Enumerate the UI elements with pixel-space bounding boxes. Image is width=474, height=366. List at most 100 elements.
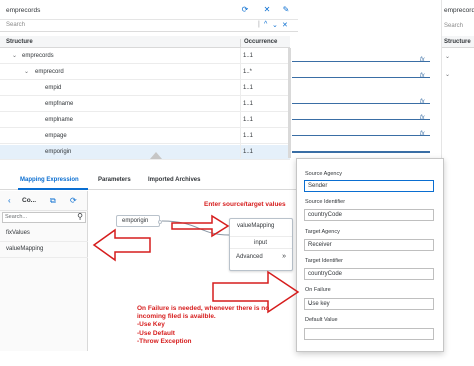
tree-row-emporigin[interactable]: emporigin 1..1 bbox=[0, 145, 290, 160]
tree-row-name: empid bbox=[45, 85, 62, 91]
copy-icon[interactable]: ⧉ bbox=[50, 196, 56, 206]
on-failure-select[interactable]: Use key ⌄ bbox=[304, 298, 434, 310]
expand-icon[interactable]: ⌄ bbox=[24, 68, 29, 75]
tree-row-name: emprecords bbox=[22, 53, 54, 59]
target-header-structure: Structure bbox=[444, 39, 471, 45]
source-agency-label: Source Agency bbox=[305, 171, 342, 177]
target-search-placeholder: Search bbox=[444, 23, 464, 29]
tab-imported-archives[interactable]: Imported Archives bbox=[148, 177, 200, 183]
function-icon[interactable]: fx bbox=[420, 115, 425, 121]
source-structure-panel: emprecords ⟳ ✕ ✎ Search | ^ ⌄ ✕ Structur… bbox=[0, 0, 298, 162]
annotation-line: -Throw Exception bbox=[137, 337, 192, 345]
search-icon[interactable]: ⚲ bbox=[77, 212, 83, 221]
tree-row-name: emporigin bbox=[45, 149, 72, 155]
list-item-fixvalues[interactable]: fixValues bbox=[0, 226, 88, 242]
source-node-label: emporigin bbox=[122, 218, 149, 224]
annotation-line: -Use Default bbox=[137, 329, 175, 337]
vertical-scrollbar[interactable] bbox=[288, 48, 291, 158]
tree-row-name: empage bbox=[45, 133, 67, 139]
tree-row-occurrence: 1..1 bbox=[243, 101, 254, 107]
function-icon[interactable]: fx bbox=[420, 99, 425, 105]
target-structure-panel: emprecords Search Structure ⌄ ⌄ bbox=[441, 0, 474, 162]
function-input-label: input bbox=[254, 240, 268, 246]
function-input-port[interactable]: input bbox=[230, 236, 292, 249]
source-identifier-label: Source Identifier bbox=[305, 199, 346, 205]
refresh-icon[interactable]: ⟳ bbox=[240, 5, 250, 15]
function-icon[interactable]: fx bbox=[420, 131, 425, 137]
source-identifier-field[interactable]: countryCode bbox=[304, 209, 434, 221]
tree-row-empfname[interactable]: empfname 1..1 bbox=[0, 97, 290, 112]
function-node-valuemapping[interactable]: valueMapping input Advanced » bbox=[229, 218, 293, 271]
functions-pane-header: ‹ Co... ⧉ ⟳ bbox=[0, 191, 88, 211]
tree-row-emprecord[interactable]: ⌄ emprecord 1..* bbox=[0, 65, 290, 80]
connector-line bbox=[161, 220, 230, 236]
mapping-line-selected[interactable] bbox=[292, 151, 430, 153]
tree-row-emplname[interactable]: emplname 1..1 bbox=[0, 113, 290, 128]
double-chevron-right-icon[interactable]: » bbox=[282, 253, 286, 260]
source-node-emporigin[interactable]: emporigin bbox=[116, 215, 162, 227]
source-table-header: Structure Occurrence bbox=[0, 36, 290, 51]
active-tab-indicator bbox=[18, 188, 88, 190]
chevron-down-icon[interactable]: ⌄ bbox=[308, 300, 430, 307]
functions-pane: ‹ Co... ⧉ ⟳ Search... ⚲ fixValues valueM… bbox=[0, 191, 88, 351]
tab-mapping-expression[interactable]: Mapping Expression bbox=[20, 177, 79, 183]
tree-row-emprecords[interactable]: ⌄ emprecords 1..1 bbox=[0, 49, 290, 64]
default-value-label: Default Value bbox=[305, 317, 338, 323]
tree-row-name: emprecord bbox=[35, 69, 64, 75]
expand-icon[interactable]: ⌄ bbox=[12, 52, 17, 59]
value-mapping-properties-popover: Source Agency Sender Source Identifier c… bbox=[296, 158, 444, 352]
functions-search-input[interactable]: Search... ⚲ bbox=[2, 212, 86, 223]
tree-row-occurrence: 1..1 bbox=[243, 149, 254, 155]
source-search-placeholder: Search bbox=[6, 22, 26, 28]
target-identifier-field[interactable]: countryCode bbox=[304, 268, 434, 280]
expand-icon[interactable]: ⌄ bbox=[445, 71, 450, 78]
node-port[interactable] bbox=[158, 220, 162, 224]
tree-row-name: emplname bbox=[45, 117, 74, 123]
tree-row-occurrence: 1..1 bbox=[243, 85, 254, 91]
default-value-field[interactable] bbox=[304, 328, 434, 340]
functions-search-placeholder: Search... bbox=[5, 214, 28, 220]
mapping-line[interactable] bbox=[292, 119, 430, 120]
annotation-enter-values: Enter source/target values bbox=[204, 201, 286, 208]
function-node-title: valueMapping bbox=[237, 223, 275, 229]
mapping-lines-area: fx fx fx fx fx bbox=[292, 48, 444, 158]
tree-row-empage[interactable]: empage 1..1 bbox=[0, 129, 290, 144]
divider-icon: | bbox=[258, 21, 260, 28]
tab-parameters[interactable]: Parameters bbox=[98, 177, 131, 183]
tree-row-occurrence: 1..1 bbox=[243, 133, 254, 139]
mapping-line[interactable] bbox=[292, 103, 430, 104]
target-identifier-label: Target Identifier bbox=[305, 258, 343, 264]
source-panel-title: emprecords bbox=[6, 7, 41, 14]
list-item-valuemapping[interactable]: valueMapping bbox=[0, 242, 88, 258]
mapping-line[interactable] bbox=[292, 135, 430, 136]
edit-icon[interactable]: ✎ bbox=[281, 5, 291, 15]
tree-row-empid[interactable]: empid 1..1 bbox=[0, 81, 290, 96]
target-panel-title: emprecords bbox=[444, 7, 474, 14]
function-advanced-label[interactable]: Advanced bbox=[236, 254, 263, 260]
target-agency-value: Receiver bbox=[308, 242, 332, 248]
tree-row-occurrence: 1..1 bbox=[243, 117, 254, 123]
tree-row-name: empfname bbox=[45, 101, 74, 107]
chevron-down-icon[interactable]: ⌄ bbox=[272, 21, 278, 29]
function-icon[interactable]: fx bbox=[420, 57, 425, 63]
close-search-icon[interactable]: ✕ bbox=[282, 21, 288, 29]
annotation-line: -Use Key bbox=[137, 321, 165, 329]
list-item-label: fixValues bbox=[6, 230, 30, 236]
annotation-line: incoming filed is availble. bbox=[137, 313, 216, 321]
source-search-field[interactable]: Search | ^ ⌄ ✕ bbox=[0, 20, 298, 32]
back-icon[interactable]: ‹ bbox=[8, 196, 11, 205]
mapping-line[interactable] bbox=[292, 61, 430, 62]
chevron-up-icon[interactable]: ^ bbox=[264, 21, 267, 28]
mapping-line[interactable] bbox=[292, 77, 430, 78]
expand-icon[interactable]: ⌄ bbox=[445, 53, 450, 60]
popover-caret bbox=[150, 152, 162, 159]
source-agency-field[interactable]: Sender bbox=[304, 180, 434, 192]
function-icon[interactable]: fx bbox=[420, 73, 425, 79]
list-item-label: valueMapping bbox=[6, 246, 44, 252]
functions-pane-title: Co... bbox=[22, 197, 37, 204]
refresh-icon[interactable]: ⟳ bbox=[70, 196, 77, 205]
target-identifier-value: countryCode bbox=[308, 271, 343, 277]
target-agency-field[interactable]: Receiver bbox=[304, 239, 434, 251]
close-icon[interactable]: ✕ bbox=[262, 5, 272, 15]
on-failure-label: On Failure bbox=[305, 287, 331, 293]
